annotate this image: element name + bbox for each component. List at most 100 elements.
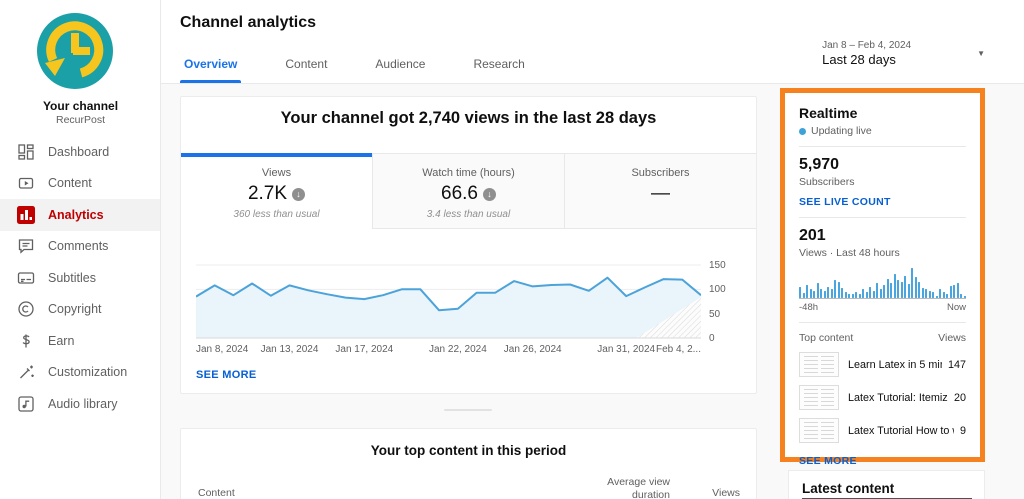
sidebar-item-content[interactable]: Content xyxy=(0,168,160,200)
realtime-bar xyxy=(834,280,837,298)
realtime-bar xyxy=(872,291,875,298)
realtime-content-row[interactable]: Learn Latex in 5 minutes 147 xyxy=(799,352,966,377)
sidebar-item-dashboard[interactable]: Dashboard xyxy=(0,136,160,168)
realtime-bar xyxy=(886,278,889,298)
realtime-bar xyxy=(960,294,963,298)
x-tick-label: Jan 17, 2024 xyxy=(335,344,394,355)
metric-note: 360 less than usual xyxy=(233,209,320,220)
sidebar-item-earn[interactable]: Earn xyxy=(0,325,160,357)
sidebar-item-customization[interactable]: Customization xyxy=(0,357,160,389)
channel-avatar[interactable] xyxy=(37,13,113,89)
sidebar-menu: Dashboard Content Analytics Comments Sub… xyxy=(0,136,160,420)
divider xyxy=(799,217,966,218)
realtime-bar xyxy=(893,273,896,298)
metric-tab-watch-time[interactable]: Watch time (hours) 66.6 ↓ 3.4 less than u… xyxy=(372,153,564,229)
video-thumbnail xyxy=(799,385,839,410)
x-tick-label: Jan 31, 2024 xyxy=(597,344,656,355)
realtime-bar xyxy=(911,267,914,298)
sidebar-item-subtitles[interactable]: Subtitles xyxy=(0,262,160,294)
tab-audience[interactable]: Audience xyxy=(371,57,429,83)
realtime-bar xyxy=(890,283,893,298)
views-line-chart[interactable] xyxy=(195,260,702,340)
top-content-title: Your top content in this period xyxy=(370,443,567,458)
realtime-bar xyxy=(816,283,819,298)
realtime-bar xyxy=(844,292,847,298)
tab-research[interactable]: Research xyxy=(469,57,528,83)
metric-tab-subscribers[interactable]: Subscribers — xyxy=(564,153,756,229)
metric-tabs: Views 2.7K ↓ 360 less than usual Watch ti… xyxy=(181,153,756,229)
realtime-bar xyxy=(953,284,956,298)
realtime-bar xyxy=(904,275,907,298)
realtime-bar xyxy=(918,281,921,298)
x-tick-label: Jan 22, 2024 xyxy=(428,344,487,355)
realtime-see-more-link[interactable]: SEE MORE xyxy=(799,455,966,467)
y-tick-label: 0 xyxy=(709,333,715,344)
dashboard-icon xyxy=(17,143,35,161)
realtime-subscribers-count: 5,970 xyxy=(799,156,840,173)
realtime-bar xyxy=(942,292,945,298)
sidebar-item-copyright[interactable]: Copyright xyxy=(0,294,160,326)
channel-label: Your channel xyxy=(42,99,119,113)
realtime-bar xyxy=(830,289,833,298)
chart-x-axis-labels: Jan 8, 2024 Jan 13, 2024 Jan 17, 2024 Jan 2… xyxy=(196,344,706,358)
x-tick-label: Jan 26, 2024 xyxy=(503,344,562,355)
realtime-title: Realtime xyxy=(799,105,858,121)
sidebar-item-label: Comments xyxy=(48,239,109,254)
date-range-picker[interactable]: Jan 8 – Feb 4, 2024 Last 28 days ▼ xyxy=(822,40,985,67)
realtime-bar xyxy=(925,289,928,298)
y-tick-label: 150 xyxy=(709,260,726,271)
tab-content[interactable]: Content xyxy=(281,57,331,83)
realtime-bar xyxy=(939,289,942,298)
realtime-bar xyxy=(813,291,816,298)
latest-content-title: Latest content xyxy=(802,481,895,496)
analytics-icon xyxy=(17,205,35,224)
metric-tab-views[interactable]: Views 2.7K ↓ 360 less than usual xyxy=(181,153,372,229)
tab-overview[interactable]: Overview xyxy=(180,57,242,83)
sidebar-item-label: Customization xyxy=(48,365,128,380)
x-tick-label: Jan 13, 2024 xyxy=(260,344,319,355)
realtime-bar xyxy=(809,289,812,298)
overview-card: Your channel got 2,740 views in the last… xyxy=(180,96,757,394)
realtime-bar xyxy=(900,281,903,298)
sidebar-item-analytics[interactable]: Analytics xyxy=(0,199,160,231)
see-live-count-link[interactable]: SEE LIVE COUNT xyxy=(799,196,966,208)
date-label: Last 28 days xyxy=(822,52,896,67)
date-range: Jan 8 – Feb 4, 2024 xyxy=(822,40,912,51)
analytics-tabs: Overview Content Audience Research xyxy=(180,57,569,83)
realtime-status: Updating live xyxy=(811,125,872,137)
column-header-avg-view-duration: Average view duration xyxy=(607,476,670,499)
metric-value: — xyxy=(651,183,670,204)
realtime-bar-chart[interactable] xyxy=(799,267,966,299)
sidebar-item-label: Earn xyxy=(48,333,75,348)
chevron-down-icon: ▼ xyxy=(977,49,985,58)
realtime-bar xyxy=(837,281,840,298)
sidebar-item-label: Copyright xyxy=(48,302,102,317)
sidebar-item-comments[interactable]: Comments xyxy=(0,231,160,263)
realtime-bar xyxy=(935,295,938,298)
audio-library-icon xyxy=(17,395,35,413)
realtime-bar xyxy=(921,288,924,298)
sidebar-item-audio-library[interactable]: Audio library xyxy=(0,388,160,420)
realtime-content-row[interactable]: Latex Tutorial: Itemize, Enum... 20 xyxy=(799,385,966,410)
divider xyxy=(799,322,966,323)
youtube-studio-analytics: Your channel RecurPost Dashboard Content… xyxy=(0,0,1024,499)
realtime-bar xyxy=(823,291,826,298)
realtime-content-row[interactable]: Latex Tutorial How to write m... 9 xyxy=(799,418,966,443)
realtime-bar xyxy=(862,289,865,298)
column-header-views: Views xyxy=(712,487,740,499)
see-more-link[interactable]: SEE MORE xyxy=(196,369,256,381)
page-title: Channel analytics xyxy=(180,14,317,31)
sidebar: Your channel RecurPost Dashboard Content… xyxy=(0,0,161,499)
copyright-icon xyxy=(17,300,35,318)
realtime-bar xyxy=(876,283,879,298)
video-views: 20 xyxy=(953,391,966,404)
realtime-bar xyxy=(963,295,966,298)
realtime-bar xyxy=(827,287,830,298)
sidebar-item-label: Dashboard xyxy=(48,144,110,159)
video-thumbnail xyxy=(799,418,839,443)
video-title: Latex Tutorial: Itemize, Enum... xyxy=(848,391,948,404)
sidebar-item-label: Audio library xyxy=(48,396,118,411)
content-icon xyxy=(17,174,35,192)
views-column: Views xyxy=(938,332,966,344)
realtime-bar xyxy=(848,294,851,298)
